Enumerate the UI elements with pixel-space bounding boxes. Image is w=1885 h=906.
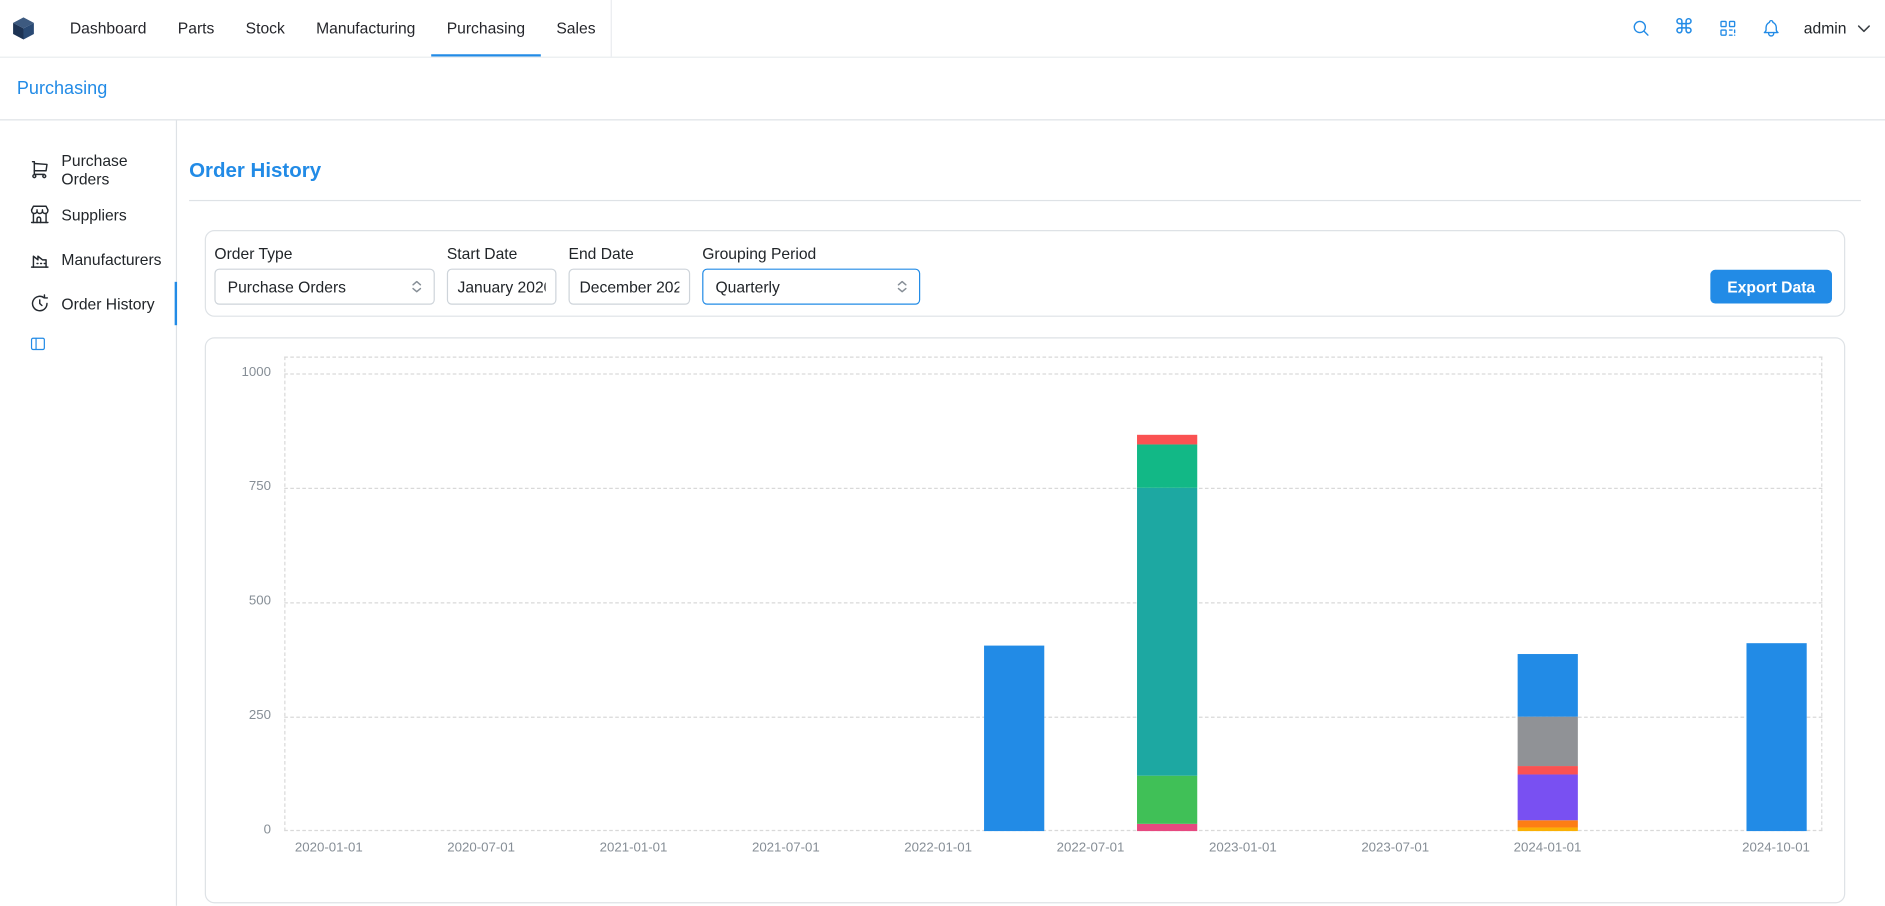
sidebar-collapse-icon[interactable]	[29, 335, 47, 353]
user-menu[interactable]: admin	[1804, 19, 1873, 37]
history-icon	[29, 293, 51, 315]
bar-segment[interactable]	[1137, 776, 1197, 824]
chart-plot-area: 0 250 500 750 1000 2020-01-01 2020-07-01 2021-0…	[206, 338, 1844, 902]
x-tick-label: 2022-07-01	[1042, 841, 1138, 855]
navbar-actions: ⌘ admin	[1630, 0, 1877, 57]
sidebar-item-label: Purchase Orders	[61, 152, 175, 188]
y-tick-label: 1000	[220, 365, 271, 379]
bar-segment[interactable]	[1137, 435, 1197, 444]
sidebar-item-label: Order History	[61, 294, 154, 312]
tab-dashboard[interactable]: Dashboard	[54, 0, 162, 57]
bar-segment[interactable]	[1137, 444, 1197, 487]
y-tick-label: 0	[220, 823, 271, 837]
sidebar-item-manufacturers[interactable]: Manufacturers	[0, 237, 176, 280]
sidebar-item-order-history[interactable]: Order History	[0, 282, 176, 325]
bar-segment[interactable]	[984, 646, 1044, 831]
sidebar-item-label: Manufacturers	[61, 250, 161, 268]
main-nav-tabs: Dashboard Parts Stock Manufacturing Purc…	[54, 0, 611, 57]
app-logo[interactable]	[10, 0, 38, 57]
select-chevrons-icon	[894, 278, 911, 295]
gridline	[284, 373, 1822, 374]
end-date-input[interactable]	[569, 269, 691, 305]
y-tick-label: 750	[220, 479, 271, 493]
command-palette-icon[interactable]: ⌘	[1674, 18, 1694, 38]
tab-manufacturing[interactable]: Manufacturing	[300, 0, 431, 57]
sidebar-item-label: Suppliers	[61, 205, 126, 223]
end-date-label: End Date	[569, 245, 691, 263]
filter-panel: Order Type Purchase Orders Start Date	[205, 230, 1845, 317]
start-date-input[interactable]	[447, 269, 557, 305]
plot-frame	[284, 357, 1822, 832]
gridline	[284, 717, 1822, 718]
building-store-icon	[29, 204, 51, 226]
inventree-logo-icon	[10, 14, 38, 42]
grouping-period-select[interactable]: Quarterly	[702, 269, 920, 305]
tab-purchasing[interactable]: Purchasing	[431, 0, 541, 57]
x-tick-label: 2023-07-01	[1347, 841, 1443, 855]
y-tick-label: 500	[220, 594, 271, 608]
sidebar-item-purchase-orders[interactable]: Purchase Orders	[0, 148, 176, 191]
tab-sales[interactable]: Sales	[541, 0, 611, 57]
gridline	[284, 602, 1822, 603]
bar-segment[interactable]	[1137, 488, 1197, 776]
start-date-label: Start Date	[447, 245, 557, 263]
breadcrumb: Purchasing	[0, 58, 1885, 121]
chevron-down-icon	[1855, 19, 1873, 37]
bar-segment[interactable]	[1517, 821, 1577, 828]
app-window: Dashboard Parts Stock Manufacturing Purc…	[0, 0, 1885, 906]
x-tick-label: 2024-01-01	[1499, 841, 1595, 855]
barcode-scan-icon[interactable]	[1717, 18, 1737, 38]
grouping-period-value: Quarterly	[715, 278, 779, 296]
export-data-button[interactable]: Export Data	[1710, 270, 1832, 304]
gridline	[284, 488, 1822, 489]
x-tick-label: 2020-07-01	[433, 841, 529, 855]
bar-segment[interactable]	[1517, 827, 1577, 831]
sidebar-item-suppliers[interactable]: Suppliers	[0, 193, 176, 236]
order-type-value: Purchase Orders	[228, 278, 346, 296]
x-tick-label: 2021-07-01	[738, 841, 834, 855]
notifications-bell-icon[interactable]	[1760, 18, 1780, 38]
factory-icon	[29, 248, 51, 270]
x-tick-label: 2021-01-01	[585, 841, 681, 855]
select-chevrons-icon	[408, 278, 425, 295]
x-tick-label: 2023-01-01	[1195, 841, 1291, 855]
bar-segment[interactable]	[1137, 824, 1197, 831]
sidebar: Purchase Orders Suppliers	[0, 120, 177, 905]
breadcrumb-purchasing[interactable]: Purchasing	[17, 78, 107, 98]
top-navbar: Dashboard Parts Stock Manufacturing Purc…	[0, 0, 1885, 58]
bar-segment[interactable]	[1517, 716, 1577, 766]
x-tick-label: 2020-01-01	[281, 841, 377, 855]
main-content: Order History Order Type Purchase Orders	[177, 120, 1885, 905]
order-type-select[interactable]: Purchase Orders	[214, 269, 434, 305]
nav-divider	[611, 0, 612, 57]
order-type-label: Order Type	[214, 245, 434, 263]
bar-segment[interactable]	[1746, 643, 1806, 831]
x-tick-label: 2022-01-01	[890, 841, 986, 855]
bar-segment[interactable]	[1517, 775, 1577, 821]
username: admin	[1804, 19, 1847, 37]
chart-panel: 0 250 500 750 1000 2020-01-01 2020-07-01 2021-0…	[205, 337, 1845, 903]
x-tick-label: 2024-10-01	[1728, 841, 1824, 855]
bar-segment[interactable]	[1517, 767, 1577, 775]
search-icon[interactable]	[1630, 18, 1650, 38]
page-title: Order History	[189, 159, 1861, 183]
title-divider	[189, 200, 1861, 201]
tab-stock[interactable]: Stock	[230, 0, 300, 57]
y-tick-label: 250	[220, 708, 271, 722]
grouping-period-label: Grouping Period	[702, 245, 920, 263]
bar-segment[interactable]	[1517, 654, 1577, 716]
shopping-cart-icon	[29, 159, 51, 181]
tab-parts[interactable]: Parts	[162, 0, 230, 57]
